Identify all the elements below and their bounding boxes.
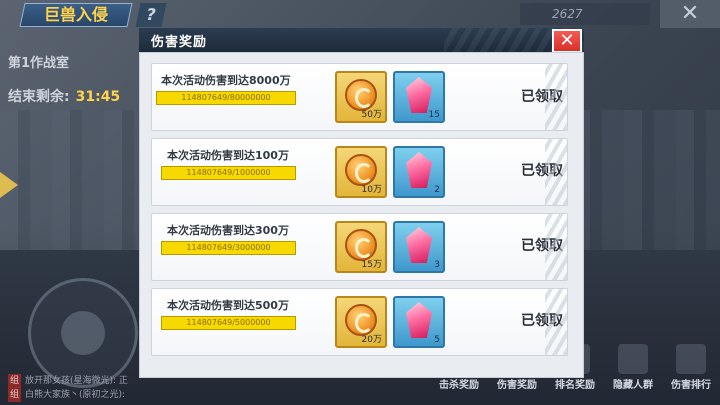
progress-bar: 114807649/5000000: [161, 316, 296, 330]
item-quantity: 15: [428, 110, 440, 120]
reward-item-coin[interactable]: 20万: [335, 296, 387, 348]
nav-hide-crowd[interactable]: 隐藏人群: [604, 344, 662, 405]
item-quantity: 3: [434, 260, 440, 270]
reward-row: 本次活动伤害到达500万 114807649/5000000 20万 5 已领取: [151, 288, 568, 356]
reward-item-coin[interactable]: 50万: [335, 71, 387, 123]
reward-list: 本次活动伤害到达8000万 114807649/80000000 50万 15 …: [151, 63, 568, 363]
reward-item-coin[interactable]: 15万: [335, 221, 387, 273]
crystal-icon: [406, 77, 432, 113]
item-quantity: 50万: [361, 110, 382, 120]
reward-item-crystal[interactable]: 15: [393, 71, 445, 123]
reward-item-crystal[interactable]: 5: [393, 296, 445, 348]
crystal-icon: [406, 227, 432, 263]
reward-row: 本次活动伤害到达300万 114807649/3000000 15万 3 已领取: [151, 213, 568, 281]
reward-item-crystal[interactable]: 2: [393, 146, 445, 198]
claim-status: 已领取: [521, 89, 563, 105]
nav-damage-ranking[interactable]: 伤害排行: [662, 344, 720, 405]
claim-status: 已领取: [521, 163, 563, 179]
progress-text: 114807649/80000000: [181, 93, 271, 102]
chat-log: 组放开那女孩(星海微光): 正 组白熊大家族丶(原初之光):: [8, 374, 128, 402]
progress-bar: 114807649/3000000: [161, 241, 296, 255]
hide-crowd-icon: [618, 344, 648, 374]
reward-description: 本次活动伤害到达500万: [167, 299, 289, 312]
background-close-icon[interactable]: ✕: [660, 0, 720, 28]
item-quantity: 5: [434, 335, 440, 345]
reward-description: 本次活动伤害到达8000万: [161, 74, 291, 87]
claim-status: 已领取: [521, 238, 563, 254]
crystal-icon: [406, 302, 432, 338]
progress-bar: 114807649/1000000: [161, 166, 296, 180]
crystal-icon: [406, 152, 432, 188]
nav-label: 击杀奖励: [439, 380, 479, 391]
reward-description: 本次活动伤害到达100万: [167, 149, 289, 162]
reward-row: 本次活动伤害到达100万 114807649/1000000 10万 2 已领取: [151, 138, 568, 206]
progress-text: 114807649/5000000: [186, 318, 271, 327]
countdown-label: 结束剩余:: [8, 89, 70, 105]
nav-label: 排名奖励: [555, 380, 595, 391]
claim-status: 已领取: [521, 313, 563, 329]
countdown-value: 31:45: [75, 89, 121, 105]
chat-text: 白熊大家族丶(原初之光):: [25, 390, 126, 400]
damage-ranking-icon: [676, 344, 706, 374]
reward-row: 本次活动伤害到达8000万 114807649/80000000 50万 15 …: [151, 63, 568, 131]
chat-text: 放开那女孩(星海微光): 正: [25, 376, 128, 386]
chat-tag: 组: [8, 388, 22, 402]
help-button[interactable]: ?: [135, 3, 167, 27]
progress-bar: 114807649/80000000: [156, 91, 296, 105]
modal-title: 伤害奖励: [151, 35, 208, 50]
close-button[interactable]: ✕: [552, 29, 582, 53]
modal-body: 本次活动伤害到达8000万 114807649/80000000 50万 15 …: [139, 52, 584, 378]
modal-header: 伤害奖励: [139, 28, 584, 52]
progress-text: 114807649/1000000: [186, 168, 271, 177]
reward-item-crystal[interactable]: 3: [393, 221, 445, 273]
game-title: 巨兽入侵: [43, 5, 108, 24]
reward-item-coin[interactable]: 10万: [335, 146, 387, 198]
item-quantity: 15万: [361, 260, 382, 270]
damage-reward-modal: 伤害奖励 ✕ 本次活动伤害到达8000万 114807649/80000000 …: [139, 28, 584, 378]
countdown: 结束剩余: 31:45: [8, 86, 120, 106]
item-quantity: 10万: [361, 185, 382, 195]
progress-text: 114807649/3000000: [186, 243, 271, 252]
nav-label: 伤害排行: [671, 380, 711, 391]
item-quantity: 20万: [361, 335, 382, 345]
item-quantity: 2: [434, 185, 440, 195]
room-title: 第1作战室: [8, 56, 70, 71]
chat-tag: 组: [8, 374, 22, 388]
close-icon: ✕: [559, 30, 575, 51]
reward-description: 本次活动伤害到达300万: [167, 224, 289, 237]
nav-label: 隐藏人群: [613, 380, 653, 391]
chat-line: 组放开那女孩(星海微光): 正: [8, 374, 128, 388]
chat-line: 组白熊大家族丶(原初之光):: [8, 388, 128, 402]
score-display: 2627: [520, 3, 650, 25]
game-title-badge: 巨兽入侵: [19, 3, 133, 27]
virtual-joystick[interactable]: [28, 278, 138, 388]
nav-label: 伤害奖励: [497, 380, 537, 391]
